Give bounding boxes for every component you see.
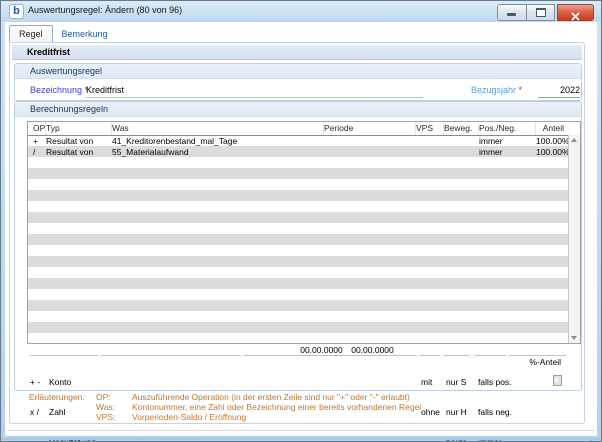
- table-empty-row[interactable]: [28, 168, 580, 179]
- client-area: Regel Bemerkung Kreditfrist Auswertungsr…: [5, 22, 597, 436]
- legend-typ-konto: Konto: [49, 377, 96, 387]
- col-header-beweg[interactable]: Beweg.: [444, 122, 479, 135]
- table-rows: + Resultat von 41_Kreditorenbestand_mal_…: [28, 135, 580, 343]
- bezeichnung-label-text: Bezeichnung: [30, 85, 82, 95]
- group-auswertungsregel-title: Auswertungsregel: [15, 64, 581, 79]
- legend-anteil-label: %-Anteil: [529, 357, 561, 367]
- cell-op: +: [28, 136, 46, 146]
- legend-separator: [244, 355, 334, 356]
- title-bar[interactable]: b Auswertungsregel: Ändern (80 von 96): [1, 1, 601, 22]
- tab-regel[interactable]: Regel: [9, 25, 53, 42]
- table-empty-row[interactable]: [28, 267, 580, 278]
- legend-separator: [420, 355, 440, 356]
- tab-bemerkung[interactable]: Bemerkung: [53, 26, 117, 42]
- col-header-anteil[interactable]: Anteil: [536, 122, 580, 135]
- minimize-button[interactable]: [497, 4, 527, 21]
- maximize-icon: [536, 8, 546, 17]
- col-header-vps[interactable]: VPS: [416, 122, 444, 135]
- bezugsjahr-label-text: Bezugsjahr: [471, 85, 516, 95]
- cell-was: 55_Materialaufwand: [112, 147, 324, 157]
- table-empty-row[interactable]: [28, 333, 580, 343]
- anteil-box-icon: [553, 375, 562, 386]
- window-bottom-edge: [2, 438, 600, 440]
- col-header-periode[interactable]: Periode: [324, 122, 416, 135]
- group-berechnungsregeln-title: Berechnungsregeln: [15, 102, 581, 117]
- col-header-op[interactable]: OP: [28, 122, 46, 135]
- erlaeuterung-text: Kontonummer, eine Zahl oder Bezeichnung …: [132, 402, 421, 412]
- legend-separator: [30, 355, 98, 356]
- table-empty-row[interactable]: [28, 300, 580, 311]
- table-empty-row[interactable]: [28, 322, 580, 333]
- status-divider: [7, 430, 594, 431]
- erlaeuterung-text: Vorperioden-Saldo / Eröffnung: [132, 412, 246, 422]
- legend-separator: [337, 355, 417, 356]
- chevron-up-icon: [571, 138, 577, 142]
- table-header-row: OP Typ Was Periode VPS Beweg. Pos./Neg. …: [28, 122, 580, 136]
- table-empty-row[interactable]: [28, 190, 580, 201]
- table-empty-row[interactable]: [28, 311, 580, 322]
- minimize-icon: [507, 13, 516, 16]
- table-empty-row[interactable]: [28, 245, 580, 256]
- erlaeuterung-text: Auszuführende Operation (in der ersten Z…: [132, 392, 410, 402]
- legend-separator: [474, 355, 506, 356]
- table-empty-row[interactable]: [28, 201, 580, 212]
- legend-separator: [444, 355, 470, 356]
- table-empty-row[interactable]: [28, 223, 580, 234]
- col-header-typ[interactable]: Typ: [46, 122, 112, 135]
- app-icon: b: [9, 4, 24, 19]
- cell-posneg: immer: [479, 136, 536, 146]
- erlaeuterung-key: VPS:: [96, 412, 115, 422]
- erlaeuterung-key: OP:: [96, 392, 111, 402]
- legend-falls-pos: falls pos.: [478, 377, 512, 387]
- window: b Auswertungsregel: Ändern (80 von 96) R…: [0, 0, 602, 442]
- cell-posneg: immer: [479, 147, 536, 157]
- window-title: Auswertungsregel: Ändern (80 von 96): [28, 5, 182, 15]
- group-berechnungsregeln: Berechnungsregeln OP Typ Was Periode VPS…: [14, 101, 582, 391]
- tab-strip: Regel Bemerkung: [9, 25, 117, 42]
- erlaeuterungen-block: Erläuterungen: OP: Auszuführende Operati…: [10, 392, 584, 422]
- required-marker: *: [519, 85, 523, 95]
- legend-nur-s: nur S: [446, 377, 470, 387]
- bezeichnung-label: Bezeichnung *: [30, 85, 88, 95]
- group-auswertungsregel: Auswertungsregel Bezeichnung * Kreditfri…: [14, 63, 582, 101]
- table-row[interactable]: / Resultat von 55_Materialaufwand immer …: [28, 146, 580, 157]
- col-header-was[interactable]: Was: [112, 122, 324, 135]
- cell-was: 41_Kreditorenbestand_mal_Tage: [112, 136, 324, 146]
- table-empty-row[interactable]: [28, 256, 580, 267]
- table-empty-row[interactable]: [28, 157, 580, 168]
- scroll-down-button[interactable]: [569, 332, 580, 343]
- rules-table: OP Typ Was Periode VPS Beweg. Pos./Neg. …: [27, 121, 581, 344]
- table-empty-row[interactable]: [28, 289, 580, 300]
- erlaeuterungen-label: Erläuterungen:: [29, 392, 85, 402]
- table-empty-row[interactable]: [28, 179, 580, 190]
- maximize-button[interactable]: [527, 4, 555, 21]
- window-controls: [497, 4, 594, 21]
- tab-page: Kreditfrist Auswertungsregel Bezeichnung…: [9, 42, 585, 424]
- legend-separator: [101, 355, 241, 356]
- table-empty-row[interactable]: [28, 234, 580, 245]
- chevron-down-icon: [571, 336, 577, 340]
- table-empty-row[interactable]: [28, 212, 580, 223]
- col-header-posneg[interactable]: Pos./Neg.: [479, 122, 536, 135]
- bezugsjahr-field[interactable]: 2022: [538, 85, 580, 98]
- cell-typ: Resultat von: [46, 136, 112, 146]
- table-row[interactable]: + Resultat von 41_Kreditorenbestand_mal_…: [28, 135, 580, 146]
- table-empty-row[interactable]: [28, 278, 580, 289]
- bezeichnung-field[interactable]: Kreditfrist: [86, 85, 423, 98]
- table-scrollbar[interactable]: [568, 135, 580, 343]
- bezugsjahr-label: Bezugsjahr *: [471, 85, 522, 95]
- cell-typ: Resultat von: [46, 147, 112, 157]
- legend-beweg-mit: mit: [421, 377, 445, 387]
- legend-separator: [509, 355, 566, 356]
- cell-op: /: [28, 147, 46, 157]
- page-title: Kreditfrist: [12, 45, 582, 60]
- close-button[interactable]: [557, 4, 594, 21]
- scroll-up-button[interactable]: [569, 135, 580, 146]
- erlaeuterung-key: Was:: [96, 402, 115, 412]
